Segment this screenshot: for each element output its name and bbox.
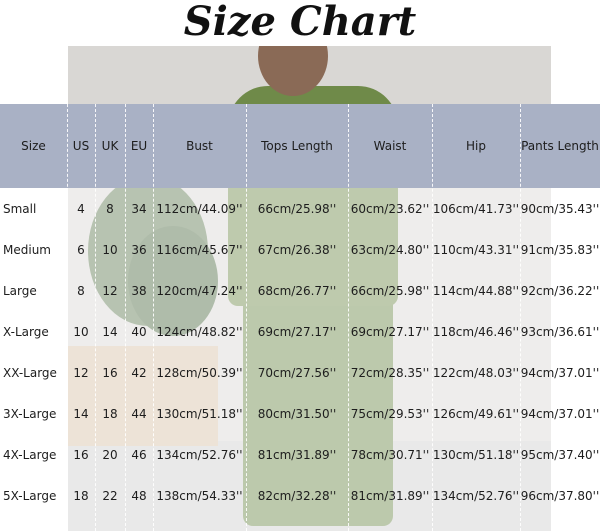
table-row: 4X-Large 16 20 46 134cm/52.76'' 81cm/31.89'' 7…: [0, 434, 600, 475]
table-cell: 12: [73, 365, 89, 380]
table-cell: 92cm/36.22'': [520, 283, 600, 298]
table-row: 3X-Large 14 18 44 130cm/51.18'' 80cm/31.50'' 7…: [0, 393, 600, 434]
table-cell: 10: [73, 324, 89, 339]
column-header: US: [72, 139, 90, 153]
table-cell: 12: [102, 283, 118, 298]
table-row: Small 4 8 34 112cm/44.09'' 66cm/25.98'' 60cm/2…: [0, 188, 600, 229]
table-cell: 78cm/30.71'': [350, 447, 430, 462]
table-row: X-Large 10 14 40 124cm/48.82'' 69cm/27.17'' 69…: [0, 311, 600, 352]
table-cell: 112cm/44.09'': [156, 201, 243, 216]
table-cell: 110cm/43.31'': [432, 242, 520, 257]
table-cell: 75cm/29.53'': [350, 406, 430, 421]
table-cell: 42: [131, 365, 147, 380]
size-name-cell: X-Large: [3, 324, 49, 339]
table-cell: 67cm/26.38'': [257, 242, 337, 257]
table-cell: 130cm/51.18'': [156, 406, 243, 421]
table-cell: 44: [131, 406, 147, 421]
table-cell: 128cm/50.39'': [156, 365, 243, 380]
chart-title: Size Chart: [183, 0, 417, 45]
table-cell: 40: [131, 324, 147, 339]
table-cell: 60cm/23.62'': [350, 201, 430, 216]
size-name-cell: Medium: [3, 242, 51, 257]
table-cell: 91cm/35.83'': [520, 242, 600, 257]
table-cell: 95cm/37.40'': [520, 447, 600, 462]
column-header: UK: [101, 139, 119, 153]
table-cell: 18: [102, 406, 118, 421]
table-cell: 134cm/52.76'': [432, 488, 520, 503]
column-header: Hip: [466, 139, 486, 153]
table-cell: 81cm/31.89'': [350, 488, 430, 503]
table-cell: 14: [102, 324, 118, 339]
table-cell: 120cm/47.24'': [156, 283, 243, 298]
table-cell: 4: [77, 201, 85, 216]
table-cell: 94cm/37.01'': [520, 406, 600, 421]
column-header: EU: [130, 139, 148, 153]
table-cell: 69cm/27.17'': [350, 324, 430, 339]
table-cell: 126cm/49.61'': [432, 406, 520, 421]
table-row: Medium 6 10 36 116cm/45.67'' 67cm/26.38'' 63cm…: [0, 229, 600, 270]
table-cell: 22: [102, 488, 118, 503]
size-name-cell: 3X-Large: [3, 406, 57, 421]
size-name-cell: XX-Large: [3, 365, 57, 380]
table-cell: 69cm/27.17'': [257, 324, 337, 339]
table-cell: 134cm/52.76'': [156, 447, 243, 462]
table-cell: 10: [102, 242, 118, 257]
table-cell: 66cm/25.98'': [257, 201, 337, 216]
table-cell: 114cm/44.88'': [432, 283, 520, 298]
size-name-cell: 5X-Large: [3, 488, 57, 503]
table-cell: 6: [77, 242, 85, 257]
column-header: Waist: [373, 139, 407, 153]
size-name-cell: Small: [3, 201, 37, 216]
table-cell: 81cm/31.89'': [257, 447, 337, 462]
table-cell: 90cm/35.43'': [520, 201, 600, 216]
table-cell: 93cm/36.61'': [520, 324, 600, 339]
table-cell: 130cm/51.18'': [432, 447, 520, 462]
table-row: XX-Large 12 16 42 128cm/50.39'' 70cm/27.56'' 7…: [0, 352, 600, 393]
table-cell: 63cm/24.80'': [350, 242, 430, 257]
table-row: 5X-Large 18 22 48 138cm/54.33'' 82cm/32.28'' 8…: [0, 475, 600, 516]
table-cell: 38: [131, 283, 147, 298]
table-cell: 138cm/54.33'': [156, 488, 243, 503]
column-header: Tops Length: [261, 139, 333, 153]
table-cell: 34: [131, 201, 147, 216]
size-name-cell: 4X-Large: [3, 447, 57, 462]
table-cell: 18: [73, 488, 89, 503]
table-cell: 118cm/46.46'': [432, 324, 520, 339]
table-cell: 8: [106, 201, 114, 216]
table-cell: 94cm/37.01'': [520, 365, 600, 380]
table-cell: 82cm/32.28'': [257, 488, 337, 503]
column-header: Size: [21, 139, 46, 153]
table-cell: 8: [77, 283, 85, 298]
table-cell: 122cm/48.03'': [432, 365, 520, 380]
table-cell: 48: [131, 488, 147, 503]
table-cell: 36: [131, 242, 147, 257]
table-cell: 66cm/25.98'': [350, 283, 430, 298]
table-cell: 46: [131, 447, 147, 462]
table-cell: 16: [102, 365, 118, 380]
size-table: Size US UK EU Bust Tops Length Waist Hip…: [0, 104, 600, 516]
table-cell: 80cm/31.50'': [257, 406, 337, 421]
size-name-cell: Large: [3, 283, 37, 298]
table-row: Large 8 12 38 120cm/47.24'' 68cm/26.77'' 66cm/…: [0, 270, 600, 311]
table-cell: 96cm/37.80'': [520, 488, 600, 503]
table-cell: 116cm/45.67'': [156, 242, 243, 257]
table-cell: 124cm/48.82'': [156, 324, 243, 339]
table-cell: 72cm/28.35'': [350, 365, 430, 380]
table-cell: 106cm/41.73'': [432, 201, 520, 216]
table-body: Small 4 8 34 112cm/44.09'' 66cm/25.98'' 60cm/2…: [0, 188, 600, 516]
table-cell: 14: [73, 406, 89, 421]
table-cell: 16: [73, 447, 89, 462]
table-header-row: Size US UK EU Bust Tops Length Waist Hip…: [0, 104, 600, 188]
column-header: Pants Length: [521, 139, 599, 153]
table-cell: 20: [102, 447, 118, 462]
table-cell: 68cm/26.77'': [257, 283, 337, 298]
table-cell: 70cm/27.56'': [257, 365, 337, 380]
column-header: Bust: [186, 139, 213, 153]
